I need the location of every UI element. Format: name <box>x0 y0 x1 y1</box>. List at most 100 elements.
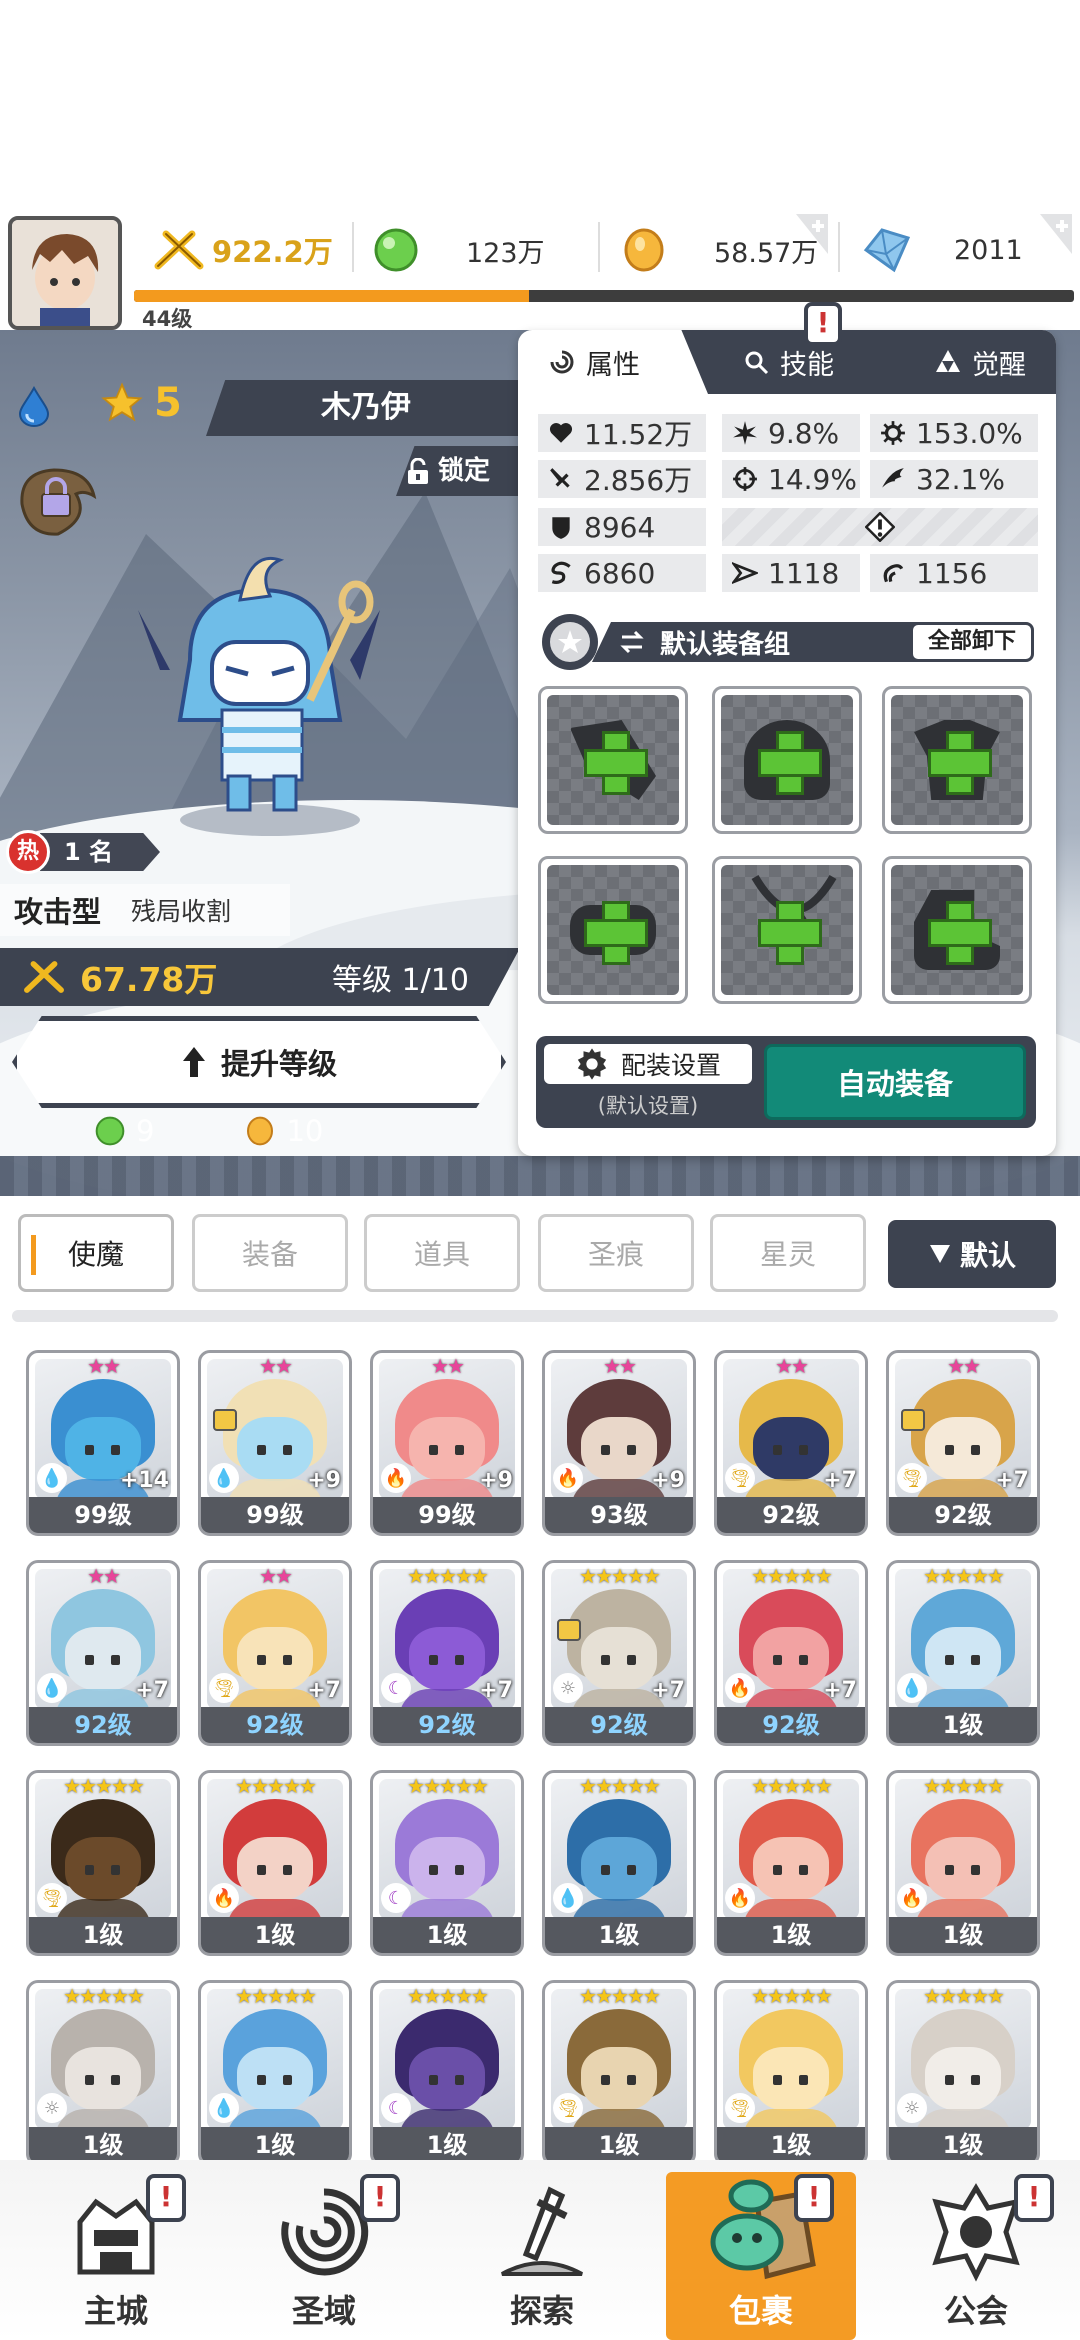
dark-element-icon: ☾ <box>381 2093 411 2123</box>
familiar-card[interactable]: ★★★★★ 💧 1级 <box>886 1560 1040 1746</box>
wing-icon <box>882 468 904 488</box>
add-diamond-button[interactable] <box>1040 214 1072 254</box>
triangle-down-icon <box>929 1245 950 1263</box>
familiar-card[interactable]: ★★★★★ 🔥 1级 <box>714 1770 868 1956</box>
category-tab-items[interactable]: 道具 <box>364 1214 520 1292</box>
evasion-icon <box>883 564 904 583</box>
sort-dropdown[interactable]: 默认 <box>888 1220 1056 1288</box>
familiar-card[interactable]: ★★★★★ 🌪 1级 <box>26 1770 180 1956</box>
star-icon: ★ <box>626 1774 645 1798</box>
star-icon: ★ <box>63 1984 81 2008</box>
diamond-value: 2011 <box>954 234 1023 266</box>
familiar-card[interactable]: ★★★★★ ☾ 1级 <box>370 1770 524 1956</box>
familiar-card[interactable]: ★★★★★ 🔥 1级 <box>198 1770 352 1956</box>
familiar-card[interactable]: ★★★★★ 🌪 1级 <box>542 1980 696 2166</box>
locked-badge-icon[interactable] <box>14 460 100 540</box>
stat-penetration-value: 1118 <box>768 556 840 590</box>
familiar-card[interactable]: ★★ 🔥 +9 93级 <box>542 1350 696 1536</box>
star-icon: ★ <box>642 1984 661 2008</box>
add-equip-icon <box>758 731 822 795</box>
stat-accuracy: 14.9% <box>722 460 860 498</box>
familiar-card[interactable]: ★★ 💧 +7 92级 <box>26 1560 180 1746</box>
familiar-card[interactable]: ★★★★★ ☼ 1级 <box>886 1980 1040 2166</box>
divider <box>838 222 840 272</box>
star-icon: ★ <box>79 1774 97 1798</box>
star-icon: ★ <box>267 1774 285 1798</box>
familiar-card[interactable]: ★★ 💧 +9 99级 <box>198 1350 352 1536</box>
familiar-level: 92级 <box>201 1707 349 1743</box>
familiar-card[interactable]: ★★★★★ 🔥 +7 92级 <box>714 1560 868 1746</box>
category-tab-stigma[interactable]: 圣痕 <box>538 1214 694 1292</box>
water-element-icon: 💧 <box>37 1463 67 1493</box>
stat-crit-value: 9.8% <box>768 416 840 450</box>
star-icon: ★ <box>595 1564 613 1588</box>
star-icon: ★ <box>110 1984 129 2008</box>
xp-bar-fill <box>134 290 529 302</box>
equip-slot-belt[interactable] <box>538 856 688 1004</box>
wind-element-icon: 🌪 <box>553 2093 583 2123</box>
tab-skills[interactable]: 技能 <box>728 330 878 394</box>
auto-equip-button[interactable]: 自动装备 <box>764 1044 1026 1120</box>
familiar-card[interactable]: ★★★★★ 💧 1级 <box>198 1980 352 2166</box>
familiar-card[interactable]: ★★ 🌪 +7 92级 <box>198 1560 352 1746</box>
star-icon: ★ <box>110 1774 129 1798</box>
familiar-card[interactable]: ★★ 🔥 +9 99级 <box>370 1350 524 1536</box>
familiar-card[interactable]: ★★★★★ ☼ 1级 <box>26 1980 180 2166</box>
list-scrollbar[interactable] <box>12 1310 1058 1322</box>
loadout-settings-button[interactable]: 配装设置 <box>544 1044 752 1084</box>
category-tab-spirits[interactable]: 星灵 <box>710 1214 866 1292</box>
lock-icon <box>901 1409 925 1431</box>
lock-button[interactable]: 锁定 <box>396 446 528 496</box>
star-icon: ★ <box>767 1774 785 1798</box>
unequip-all-button[interactable]: 全部卸下 <box>910 622 1034 662</box>
add-gold-button[interactable] <box>796 214 828 254</box>
stat-hidden[interactable] <box>722 508 1038 546</box>
star-icon: ★ <box>642 1564 661 1588</box>
equip-slot-weapon[interactable] <box>538 686 688 834</box>
star-rating: ★★ <box>545 1355 693 1377</box>
star-icon: ★ <box>298 1774 317 1798</box>
familiar-level: 1级 <box>29 1917 177 1953</box>
player-avatar[interactable] <box>8 216 122 330</box>
hero-character-mummy <box>138 557 380 836</box>
star-icon: ★ <box>626 1564 645 1588</box>
equip-slot-helmet[interactable] <box>712 686 862 834</box>
dark-element-icon: ☾ <box>381 1673 411 1703</box>
loadout-settings-label: 配装设置 <box>620 1051 721 1080</box>
familiar-card[interactable]: ★★★★★ 🔥 1级 <box>886 1770 1040 1956</box>
nav-explore[interactable]: 探索 <box>462 2172 622 2340</box>
equip-slot-armor[interactable] <box>882 686 1032 834</box>
tab-awaken[interactable]: 觉醒 <box>918 330 1056 394</box>
familiar-level: 1级 <box>889 2127 1037 2163</box>
familiar-card[interactable]: ★★ 🌪 +7 92级 <box>886 1350 1040 1536</box>
familiar-level: 93级 <box>545 1497 693 1533</box>
tab-attributes-label: 属性 <box>586 349 640 381</box>
star-icon: ★ <box>259 1354 277 1378</box>
familiar-card[interactable]: ★★ 🌪 +7 92级 <box>714 1350 868 1536</box>
alert-badge-guild: ! <box>1014 2174 1054 2222</box>
familiar-card[interactable]: ★★★★★ 🌪 1级 <box>714 1980 868 2166</box>
star-rating: ★★★★★ <box>373 1985 521 2007</box>
equip-slot-boots[interactable] <box>882 856 1032 1004</box>
add-equip-icon <box>928 901 992 965</box>
familiar-card[interactable]: ★★★★★ ☼ +7 92级 <box>542 1560 696 1746</box>
upgrade-level-button[interactable]: 提升等级 <box>12 1016 506 1108</box>
star-medal-icon[interactable] <box>538 610 602 674</box>
familiar-card[interactable]: ★★★★★ 💧 1级 <box>542 1770 696 1956</box>
familiar-card[interactable]: ★★★★★ ☾ +7 92级 <box>370 1560 524 1746</box>
star-icon: ★ <box>814 1984 833 2008</box>
scene-border <box>0 1156 1080 1196</box>
familiar-card[interactable]: ★★★★★ ☾ 1级 <box>370 1980 524 2166</box>
star-icon: ★ <box>439 1564 457 1588</box>
familiar-card[interactable]: ★★ 💧 +14 99级 <box>26 1350 180 1536</box>
hero-role: 残局收割 <box>131 897 232 926</box>
star-icon: ★ <box>963 1354 981 1378</box>
tab-attributes[interactable]: 属性 <box>518 330 708 394</box>
avatar-portrait <box>12 220 118 326</box>
equip-slot-necklace[interactable] <box>712 856 862 1004</box>
green-orb-icon <box>95 1116 125 1146</box>
cost-green-value: 9 <box>136 1114 155 1148</box>
stat-crit-damage-value: 153.0% <box>916 416 1023 450</box>
category-tab-familiar[interactable]: 使魔 <box>18 1214 174 1292</box>
category-tab-equipment[interactable]: 装备 <box>192 1214 348 1292</box>
